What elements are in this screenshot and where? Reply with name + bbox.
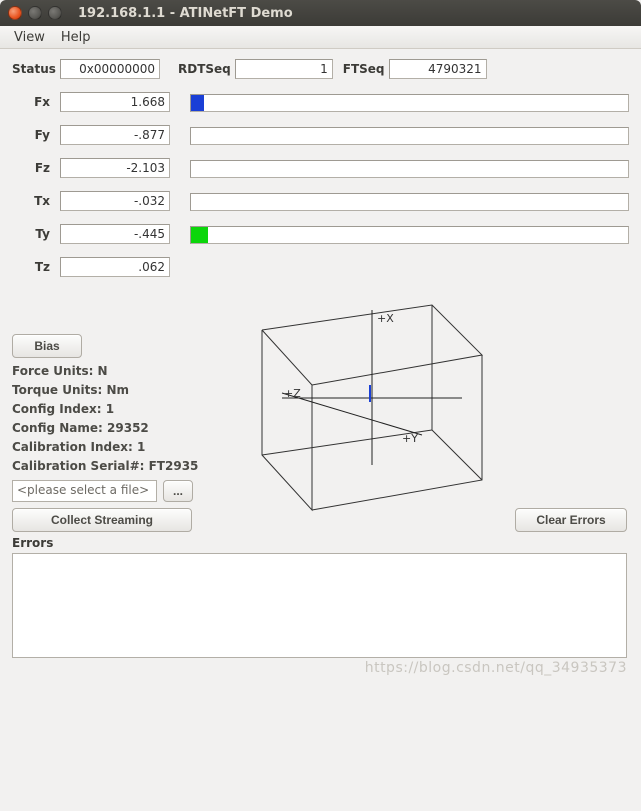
tx-bar <box>190 193 629 211</box>
ty-label: Ty <box>12 227 60 241</box>
status-row: Status 0x00000000 RDTSeq 1 FTSeq 4790321 <box>12 59 629 79</box>
ty-value: -.445 <box>60 224 170 244</box>
window-titlebar: 192.168.1.1 - ATINetFT Demo <box>0 0 641 26</box>
browse-button[interactable]: ... <box>163 480 193 502</box>
menu-help[interactable]: Help <box>53 27 99 48</box>
tz-value: .062 <box>60 257 170 277</box>
fx-value: 1.668 <box>60 92 170 112</box>
tx-label: Tx <box>12 194 60 208</box>
menu-bar: View Help <box>0 26 641 49</box>
close-icon[interactable] <box>8 6 22 20</box>
config-info: Force Units: N Torque Units: Nm Config I… <box>12 362 212 476</box>
collect-streaming-button[interactable]: Collect Streaming <box>12 508 192 532</box>
window-title: 192.168.1.1 - ATINetFT Demo <box>78 6 293 21</box>
errors-textarea[interactable] <box>12 553 627 658</box>
ftseq-field: 4790321 <box>389 59 487 79</box>
file-select[interactable]: <please select a file> <box>12 480 157 502</box>
status-field: 0x00000000 <box>60 59 160 79</box>
status-label: Status <box>12 62 60 76</box>
rdtseq-field: 1 <box>235 59 333 79</box>
watermark-text: https://blog.csdn.net/qq_34935373 <box>0 660 641 676</box>
fy-value: -.877 <box>60 125 170 145</box>
menu-view[interactable]: View <box>6 27 53 48</box>
torque-units: Torque Units: Nm <box>12 381 212 400</box>
calibration-serial: Calibration Serial#: FT2935 <box>12 457 212 476</box>
minimize-icon[interactable] <box>28 6 42 20</box>
errors-label: Errors <box>12 536 629 550</box>
fz-value: -2.103 <box>60 158 170 178</box>
fz-bar <box>190 160 629 178</box>
fx-label: Fx <box>12 95 60 109</box>
axis-z-label: +Z <box>284 387 301 400</box>
axis-y-label: +Y <box>402 432 418 445</box>
ft-readings: Fx1.668 Fy-.877 Fz-2.103 Tx-.032 Ty-.445… <box>12 88 629 286</box>
ty-bar <box>190 226 629 244</box>
tz-label: Tz <box>12 260 60 274</box>
calibration-index: Calibration Index: 1 <box>12 438 212 457</box>
3d-visualization: +X +Y +Z <box>192 280 629 524</box>
maximize-icon[interactable] <box>48 6 62 20</box>
ftseq-label: FTSeq <box>343 62 385 76</box>
fz-label: Fz <box>12 161 60 175</box>
config-name: Config Name: 29352 <box>12 419 212 438</box>
config-index: Config Index: 1 <box>12 400 212 419</box>
tx-value: -.032 <box>60 191 170 211</box>
fy-label: Fy <box>12 128 60 142</box>
fy-bar <box>190 127 629 145</box>
axis-x-label: +X <box>377 312 394 325</box>
bias-button[interactable]: Bias <box>12 334 82 358</box>
cube-icon: +X +Y +Z <box>232 280 532 520</box>
rdtseq-label: RDTSeq <box>178 62 231 76</box>
fx-bar <box>190 94 629 112</box>
force-units: Force Units: N <box>12 362 212 381</box>
